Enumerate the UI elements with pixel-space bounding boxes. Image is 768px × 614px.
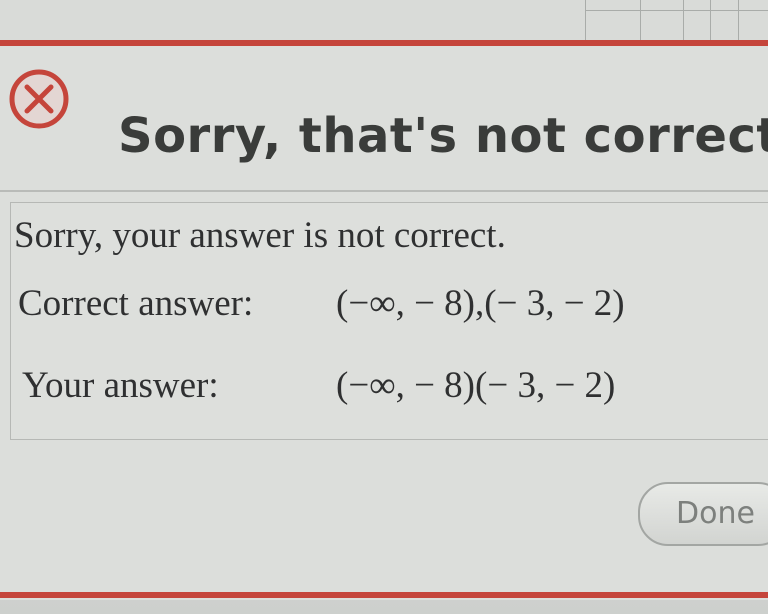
background-grid xyxy=(0,0,768,42)
dialog-bottom-border xyxy=(0,592,768,598)
dialog-title: Sorry, that's not correct. xyxy=(118,108,768,164)
feedback-message: Sorry, your answer is not correct. xyxy=(14,215,506,256)
your-answer-value: (−∞, − 8)(− 3, − 2) xyxy=(336,365,616,406)
correct-answer-label: Correct answer: xyxy=(18,283,254,324)
your-answer-label: Your answer: xyxy=(22,365,219,406)
error-x-circle-icon xyxy=(9,69,69,129)
screen: Sorry, that's not correct. Sorry, your a… xyxy=(0,0,768,614)
correct-answer-value: (−∞, − 8),(− 3, − 2) xyxy=(336,283,625,324)
header-divider xyxy=(0,190,768,192)
done-button-label: Done xyxy=(676,496,755,531)
done-button[interactable]: Done xyxy=(638,482,768,546)
